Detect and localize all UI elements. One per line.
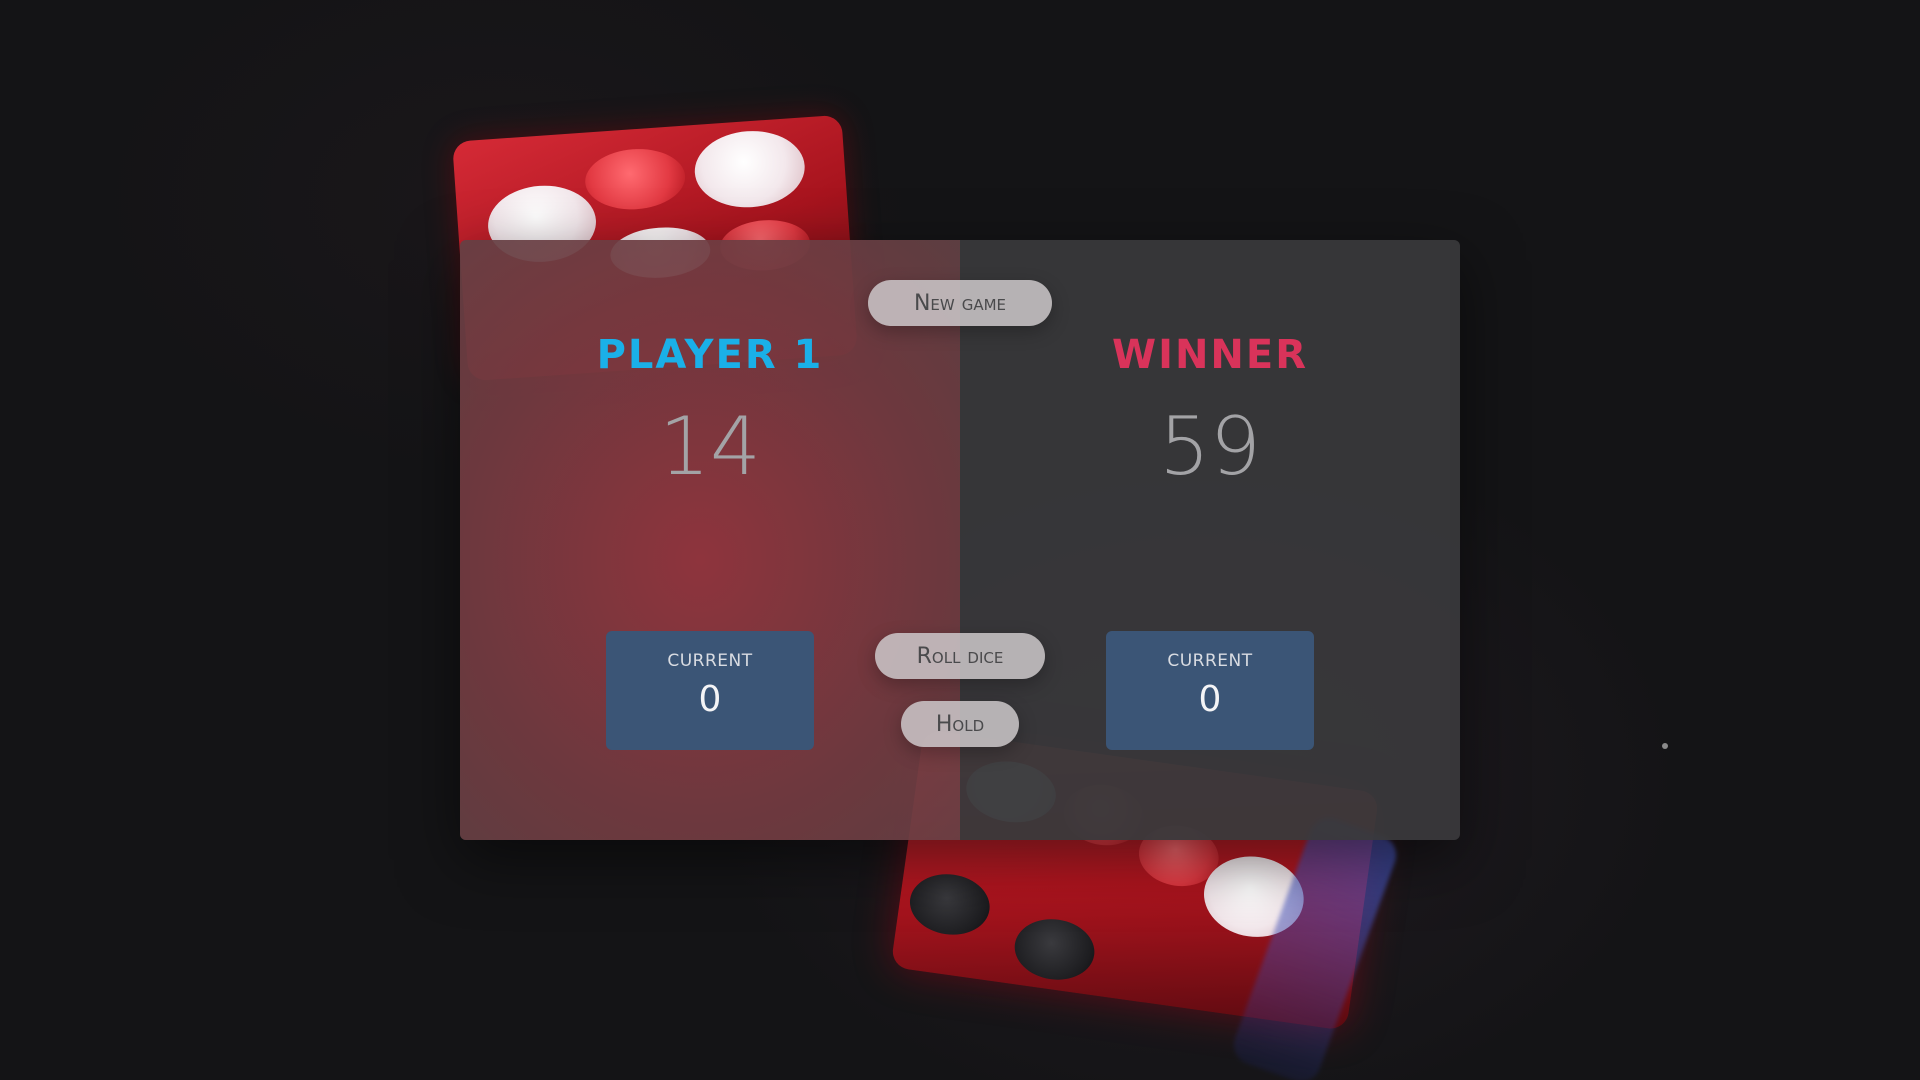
- player-2-name: WINNER: [1111, 332, 1309, 378]
- player-panel-1: PLAYER 1 14 CURRENT 0: [460, 240, 960, 840]
- player-2-current-label: CURRENT: [1167, 651, 1253, 671]
- hold-button[interactable]: Hold: [901, 701, 1019, 747]
- die-pip: [1010, 914, 1099, 985]
- player-2-current-score: 0: [1198, 679, 1222, 720]
- player-panel-2: WINNER 59 CURRENT 0: [960, 240, 1460, 840]
- player-1-total-score: 14: [659, 400, 761, 493]
- background-speck: [1662, 743, 1668, 749]
- player-1-name: PLAYER 1: [596, 332, 824, 378]
- player-1-current-box: CURRENT 0: [606, 631, 814, 750]
- game-scene: PLAYER 1 14 CURRENT 0 WINNER 59 CURRENT …: [0, 0, 1920, 1080]
- die-pip: [906, 869, 994, 940]
- player-1-current-label: CURRENT: [667, 651, 753, 671]
- game-board: PLAYER 1 14 CURRENT 0 WINNER 59 CURRENT …: [460, 240, 1460, 840]
- new-game-button[interactable]: New game: [868, 280, 1052, 326]
- roll-dice-button[interactable]: Roll dice: [875, 633, 1045, 679]
- die-pip: [583, 145, 688, 213]
- die-pip: [692, 127, 808, 211]
- player-2-current-box: CURRENT 0: [1106, 631, 1314, 750]
- player-1-current-score: 0: [698, 679, 722, 720]
- player-2-total-score: 59: [1159, 400, 1261, 493]
